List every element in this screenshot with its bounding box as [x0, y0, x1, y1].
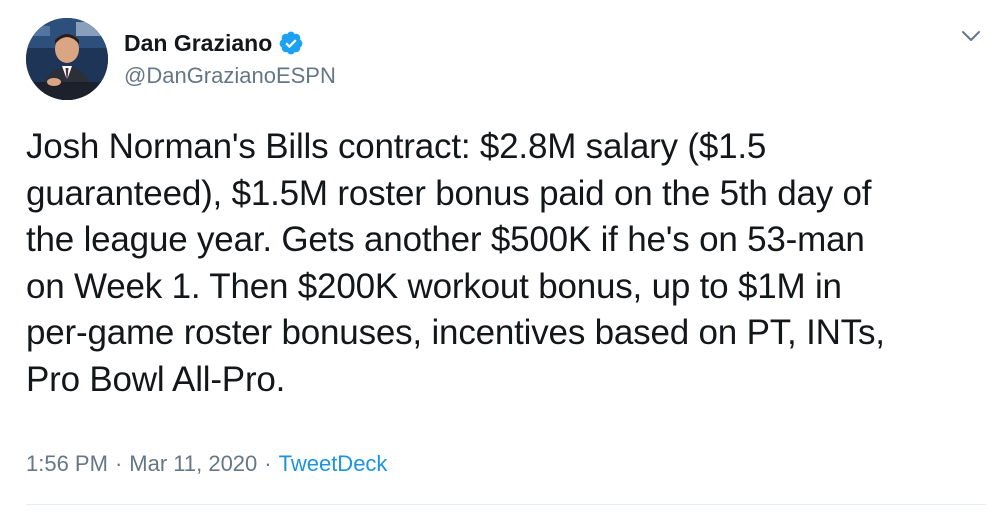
user-handle[interactable]: @DanGrazianoESPN — [124, 63, 336, 89]
avatar[interactable] — [26, 18, 108, 100]
name-row: Dan Graziano — [124, 28, 336, 58]
meta-separator: · — [264, 451, 272, 476]
tweet-card: Dan Graziano @DanGrazianoESPN Josh Norma… — [0, 0, 1000, 512]
display-name[interactable]: Dan Graziano — [124, 30, 272, 57]
chevron-down-icon[interactable] — [958, 26, 984, 46]
meta-separator: · — [114, 451, 123, 476]
divider — [26, 504, 986, 505]
tweet-text: Josh Norman's Bills contract: $2.8M sala… — [26, 127, 885, 399]
tweet-date[interactable]: Mar 11, 2020 — [129, 451, 257, 477]
verified-badge-icon — [278, 30, 304, 56]
tweet-time[interactable]: 1:56 PM — [26, 451, 108, 477]
tweet-metadata: 1:56 PM · Mar 11, 2020 · TweetDeck — [26, 451, 387, 477]
user-info: Dan Graziano @DanGrazianoESPN — [124, 28, 336, 89]
tweet-source-link[interactable]: TweetDeck — [279, 451, 388, 477]
